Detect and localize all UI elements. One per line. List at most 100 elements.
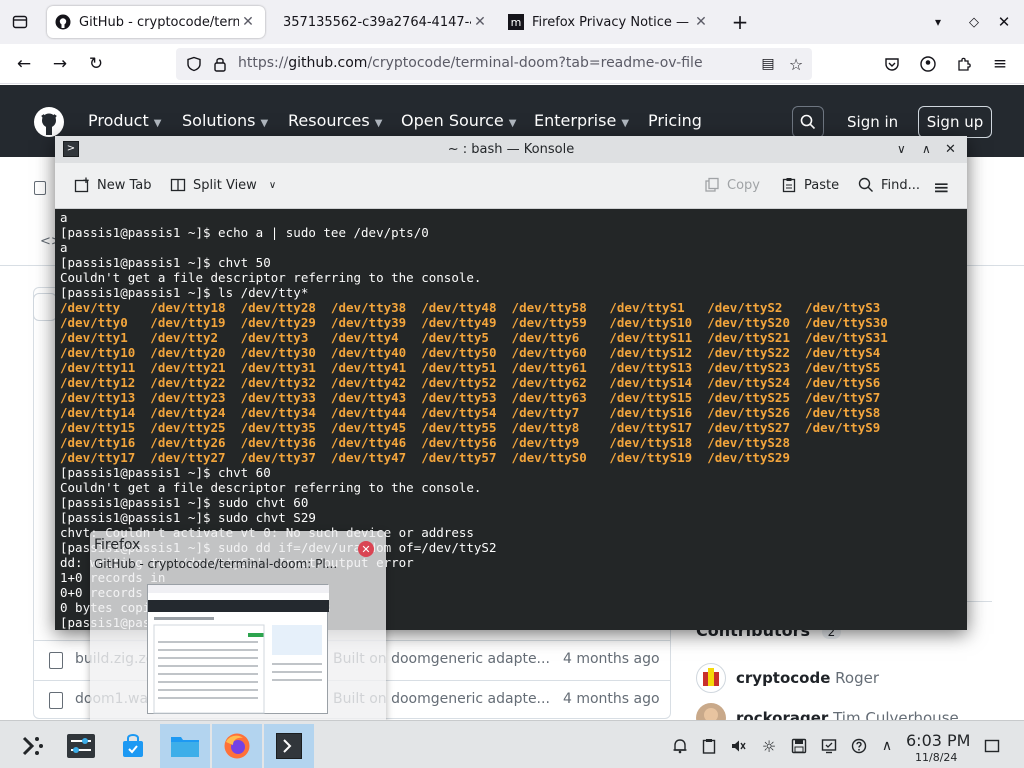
window-minimize-icon[interactable]: ◇: [962, 10, 986, 34]
clipboard-icon[interactable]: [700, 737, 718, 755]
disk-icon[interactable]: [790, 737, 808, 755]
search-icon: [857, 176, 875, 194]
pocket-icon[interactable]: [880, 52, 904, 76]
terminal-line: /dev/tty13 /dev/tty23 /dev/tty33 /dev/tt…: [60, 390, 881, 405]
system-settings-icon[interactable]: [56, 724, 106, 768]
contributor-login[interactable]: cryptocode: [736, 669, 830, 687]
chevron-down-icon: ▼: [374, 118, 383, 129]
terminal-line: /dev/tty14 /dev/tty24 /dev/tty34 /dev/tt…: [60, 405, 881, 420]
terminal-line: /dev/tty10 /dev/tty20 /dev/tty30 /dev/tt…: [60, 345, 881, 360]
display-network-icon[interactable]: [820, 737, 838, 755]
chevron-down-icon: ▼: [260, 118, 269, 129]
clock-time[interactable]: 6:03 PM: [906, 731, 970, 750]
terminal-line: [passis1@passis1 ~]$ chvt 60: [60, 465, 271, 480]
menu-pricing[interactable]: Pricing: [648, 111, 702, 130]
close-icon[interactable]: ✕: [945, 136, 956, 163]
discover-store-icon[interactable]: [108, 724, 158, 768]
firefox-view-icon[interactable]: [8, 10, 32, 34]
new-tab-plus-icon[interactable]: +: [728, 10, 752, 34]
menu-open-source[interactable]: Open Source ▼: [401, 111, 516, 130]
tab-privacy-notice[interactable]: m Firefox Privacy Notice — M ✕: [500, 6, 718, 38]
clock-date[interactable]: 11/8/24: [915, 751, 957, 764]
notifications-bell-icon[interactable]: [671, 737, 689, 755]
branch-selector[interactable]: [33, 293, 57, 321]
chevron-down-icon[interactable]: ∨: [269, 180, 276, 191]
bookmark-star-icon[interactable]: ☆: [784, 52, 808, 76]
konsole-app-icon[interactable]: >: [63, 141, 79, 157]
task-preview-tooltip[interactable]: Firefox GitHub - cryptocode/terminal-doo…: [90, 531, 386, 723]
tab-close-icon[interactable]: ✕: [471, 14, 489, 30]
maximize-chevron-icon[interactable]: ∧: [922, 136, 931, 163]
menu-enterprise[interactable]: Enterprise ▼: [534, 111, 629, 130]
github-search-button[interactable]: [792, 106, 824, 138]
sign-up-button[interactable]: Sign up: [918, 106, 992, 138]
show-desktop-icon[interactable]: [983, 737, 1001, 755]
tab-close-icon[interactable]: ✕: [692, 14, 710, 30]
find-button[interactable]: Find...: [857, 176, 920, 194]
terminal-line: /dev/tty0 /dev/tty19 /dev/tty29 /dev/tty…: [60, 315, 888, 330]
dolphin-file-manager-icon[interactable]: [160, 724, 210, 768]
avatar[interactable]: [696, 663, 726, 693]
reload-icon[interactable]: ↻: [84, 52, 108, 76]
menu-solutions[interactable]: Solutions ▼: [182, 111, 268, 130]
chevron-down-icon: ▼: [621, 118, 630, 129]
copy-button[interactable]: Copy: [703, 176, 760, 194]
terminal-line: /dev/tty11 /dev/tty21 /dev/tty31 /dev/tt…: [60, 360, 881, 375]
browser-tab-bar: GitHub - cryptocode/terminal-doom: Pl ✕ …: [0, 0, 1024, 44]
new-tab-button[interactable]: New Tab: [73, 176, 152, 194]
menu-label: Pricing: [648, 111, 702, 130]
terminal-line: /dev/tty /dev/tty18 /dev/tty28 /dev/tty3…: [60, 300, 881, 315]
split-view-button[interactable]: Split View ∨: [169, 176, 276, 194]
hamburger-menu-icon[interactable]: ≡: [933, 175, 950, 199]
terminal-line: /dev/tty1 /dev/tty2 /dev/tty3 /dev/tty4 …: [60, 330, 888, 345]
minimize-chevron-icon[interactable]: ∨: [897, 136, 906, 163]
find-label: Find...: [881, 177, 921, 193]
url-text[interactable]: https://github.com/cryptocode/terminal-d…: [238, 55, 703, 71]
search-icon: [800, 114, 816, 130]
tab-title: 357135562-c39a2764-4147-4c: [283, 14, 471, 30]
terminal-line: /dev/tty12 /dev/tty22 /dev/tty32 /dev/tt…: [60, 375, 881, 390]
forward-arrow-icon[interactable]: →: [48, 52, 72, 76]
terminal-line: a: [60, 210, 68, 225]
menu-label: Product: [88, 111, 149, 130]
split-view-label: Split View: [193, 177, 257, 193]
tracking-shield-icon[interactable]: [182, 52, 206, 76]
terminal-line: /dev/tty16 /dev/tty26 /dev/tty36 /dev/tt…: [60, 435, 790, 450]
show-hidden-icons-chevron-icon[interactable]: ∧: [878, 737, 896, 755]
application-launcher-icon[interactable]: [8, 724, 58, 768]
tooltip-window-title[interactable]: GitHub - cryptocode/terminal-doom: Pl...: [94, 557, 337, 571]
chevron-down-icon: ▼: [508, 118, 517, 129]
list-all-tabs-chevron-icon[interactable]: ▾: [926, 10, 950, 34]
firefox-icon[interactable]: [212, 724, 262, 768]
menu-product[interactable]: Product ▼: [88, 111, 161, 130]
terminal-line: [passis1@passis1 ~]$ chvt 50: [60, 255, 271, 270]
url-bar[interactable]: https://github.com/cryptocode/terminal-d…: [176, 48, 812, 80]
mozilla-favicon-icon: m: [508, 14, 524, 30]
menu-label: Solutions: [182, 111, 256, 130]
menu-label: Resources: [288, 111, 370, 130]
konsole-titlebar[interactable]: > ~ : bash — Konsole ∨ ∧ ✕: [55, 136, 967, 163]
tooltip-title: Firefox: [94, 537, 141, 553]
tab-close-icon[interactable]: ✕: [239, 14, 257, 30]
github-logo-icon[interactable]: [33, 106, 65, 138]
window-thumbnail[interactable]: [147, 584, 329, 714]
brightness-icon[interactable]: ☼: [760, 737, 778, 756]
tab-image[interactable]: 357135562-c39a2764-4147-4c ✕: [275, 6, 497, 38]
account-avatar-icon[interactable]: [916, 52, 940, 76]
hamburger-menu-icon[interactable]: ≡: [988, 52, 1012, 76]
sign-in-link[interactable]: Sign in: [847, 113, 898, 131]
terminal-line: Couldn't get a file descriptor referring…: [60, 480, 482, 495]
volume-muted-icon[interactable]: [729, 737, 747, 755]
close-icon[interactable]: ✕: [358, 541, 374, 557]
paste-button[interactable]: Paste: [780, 176, 839, 194]
extensions-puzzle-icon[interactable]: [952, 52, 976, 76]
window-close-icon[interactable]: ✕: [992, 10, 1016, 34]
menu-resources[interactable]: Resources ▼: [288, 111, 382, 130]
commit-age: 4 months ago: [563, 651, 660, 667]
lock-icon[interactable]: [208, 52, 232, 76]
back-arrow-icon[interactable]: ←: [12, 52, 36, 76]
tab-github[interactable]: GitHub - cryptocode/terminal-doom: Pl ✕: [47, 6, 265, 38]
reader-view-icon[interactable]: ▤: [756, 52, 780, 76]
konsole-taskbar-icon[interactable]: [264, 724, 314, 768]
help-icon[interactable]: [850, 737, 868, 755]
